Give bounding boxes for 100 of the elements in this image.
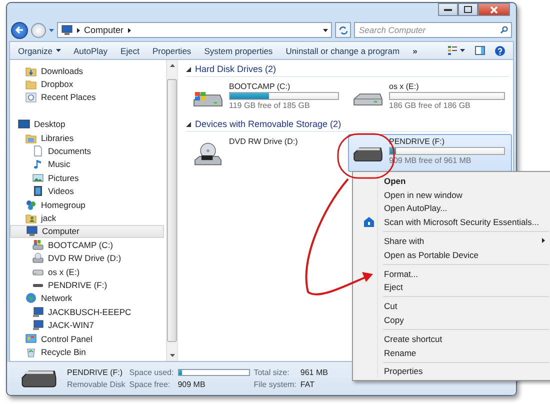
preview-pane-icon[interactable] [475, 46, 485, 55]
dvd-drive-icon [194, 142, 222, 166]
drive-tile[interactable]: os x (E:) 186 GB free of 186 GB [348, 79, 512, 117]
nav-tree-item[interactable]: Music [10, 158, 164, 172]
folder-icon [25, 78, 37, 90]
drive-name: PENDRIVE (F:) [389, 137, 445, 146]
nav-tree-item[interactable]: Pictures [10, 171, 164, 185]
menu-item[interactable]: Open [355, 174, 550, 188]
menu-item[interactable]: Open as Portable Device [355, 248, 550, 262]
drive-tile[interactable]: BOOTCAMP (C:) 119 GB free of 185 GB [188, 79, 346, 117]
maximize-button[interactable] [458, 3, 478, 16]
breadcrumb-arrow-icon[interactable] [77, 28, 80, 32]
drive-name: PENDRIVE (F:) [67, 368, 124, 377]
close-button[interactable] [478, 3, 510, 16]
homegroup-icon [25, 198, 37, 211]
menu-item[interactable]: Format... [355, 266, 550, 281]
nav-tree-item[interactable]: jack [10, 211, 164, 225]
menu-item[interactable]: Rename [355, 346, 550, 360]
scroll-up-arrow-icon[interactable] [170, 64, 174, 67]
help-icon[interactable] [495, 46, 505, 56]
scrollbar[interactable] [166, 60, 177, 361]
nav-tree-item[interactable]: Dropbox [10, 77, 164, 91]
scroll-down-arrow-icon[interactable] [170, 354, 174, 357]
nav-tree-item[interactable]: Network [10, 292, 164, 306]
film-icon [32, 185, 44, 198]
menu-item[interactable]: Copy [355, 313, 550, 327]
menu-item[interactable]: Properties [355, 364, 550, 378]
dvd-drive-icon [32, 252, 44, 264]
nav-tree-item[interactable]: JACKBUSCH-EEEPC [10, 305, 164, 318]
nav-tree-item[interactable]: Desktop [10, 118, 164, 131]
windows-drive-icon [193, 91, 223, 107]
group-header[interactable]: Hard Disk Drives (2) [195, 64, 276, 74]
overflow-chevron[interactable]: » [412, 46, 418, 56]
breadcrumb[interactable]: Computer [84, 25, 124, 35]
nav-tree-item[interactable]: Computer [10, 224, 164, 238]
search-icon[interactable] [500, 26, 508, 34]
toolbar-button[interactable]: Uninstall or change a program [286, 46, 400, 56]
recent-places-icon [25, 91, 37, 104]
nav-tree-item[interactable]: os x (E:) [10, 264, 164, 278]
toolbar-button[interactable]: AutoPlay [74, 46, 108, 56]
group-header[interactable]: Devices with Removable Storage (2) [195, 119, 342, 129]
nav-tree-item[interactable]: PENDRIVE (F:) [10, 278, 164, 292]
recycle-bin-icon [25, 346, 37, 358]
toolbar-button[interactable]: Properties [152, 46, 192, 56]
collapse-triangle-icon[interactable] [186, 122, 191, 126]
nav-tree-item[interactable]: Videos [10, 184, 164, 198]
dropdown-caret-icon[interactable] [323, 28, 328, 32]
minimize-button[interactable] [438, 3, 458, 16]
document-icon [32, 145, 44, 158]
field-value: 909 MB [178, 380, 206, 389]
toolbar-button[interactable]: Eject [120, 46, 140, 56]
refresh-icon [338, 26, 348, 34]
menu-item[interactable]: Create shortcut [355, 332, 550, 346]
field-label: Total size: [254, 368, 290, 377]
refresh-button[interactable] [335, 22, 351, 38]
toolbar-button[interactable]: Organize [18, 46, 60, 56]
nav-tree-item[interactable]: BOOTCAMP (C:) [10, 238, 164, 252]
minimize-icon [444, 8, 452, 10]
computer-icon [26, 225, 38, 238]
field-label: File system: [254, 380, 296, 389]
library-icon [25, 132, 37, 144]
address-bar[interactable]: Computer [57, 22, 332, 38]
download-folder-icon [25, 64, 37, 77]
menu-item[interactable]: Share with [355, 234, 550, 248]
nav-tree-item[interactable]: Documents [10, 144, 164, 158]
nav-tree-item[interactable]: DVD RW Drive (D:) [10, 251, 164, 265]
collapse-triangle-icon[interactable] [186, 66, 191, 72]
close-icon [490, 6, 498, 14]
field-value: 961 MB [300, 368, 328, 377]
nav-tree-item[interactable]: Recycle Bin [10, 345, 164, 359]
nav-tree-item[interactable]: Recent Places [10, 90, 164, 104]
drive-name: DVD RW Drive (D:) [229, 137, 298, 146]
menu-item[interactable]: Open in new window [355, 188, 550, 202]
nav-tree-item[interactable]: Downloads [10, 64, 164, 78]
nav-tree-item[interactable]: Homegroup [10, 198, 164, 212]
toolbar-button[interactable]: System properties [204, 46, 273, 56]
history-caret-icon[interactable] [49, 28, 54, 32]
nav-tree-item[interactable]: JACK-WIN7 [10, 318, 164, 332]
menu-item[interactable]: Open AutoPlay... [355, 202, 550, 216]
field-label: Space used: [129, 368, 174, 377]
menu-item[interactable]: Eject [355, 280, 550, 294]
view-options-icon[interactable] [448, 46, 465, 55]
drive-tile[interactable]: DVD RW Drive (D:) [188, 134, 346, 172]
menu-item[interactable]: Cut [355, 299, 550, 314]
globe-icon [25, 292, 37, 304]
forward-button[interactable] [31, 22, 46, 38]
breadcrumb-arrow-icon[interactable] [128, 28, 131, 32]
usb-drive-icon [353, 146, 383, 162]
back-arrow-icon [15, 26, 24, 34]
computer-icon [61, 24, 73, 36]
search-field[interactable]: Search Computer [354, 22, 512, 38]
nav-tree-item[interactable]: Control Panel [10, 332, 164, 346]
free-space-text: 119 GB free of 185 GB [229, 101, 310, 110]
menu-item[interactable]: Scan with Microsoft Security Essentials... [355, 215, 550, 230]
nav-tree-item[interactable]: Libraries [10, 130, 164, 144]
free-space-text: 186 GB free of 186 GB [389, 101, 470, 110]
usb-drive-icon [21, 370, 57, 388]
back-button[interactable] [11, 22, 28, 38]
drive-name: BOOTCAMP (C:) [229, 82, 290, 91]
picture-icon [32, 172, 44, 184]
